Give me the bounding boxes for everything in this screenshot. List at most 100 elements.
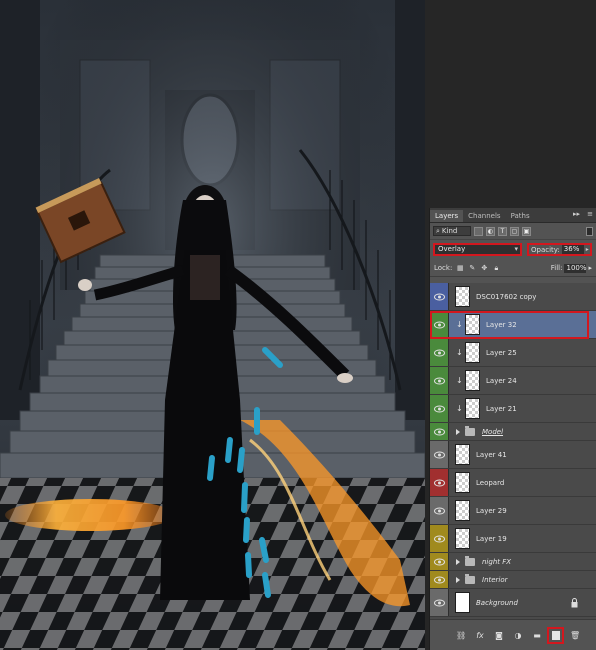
visibility-toggle[interactable] xyxy=(430,469,449,496)
layer-thumbnail xyxy=(455,286,470,307)
visibility-toggle[interactable] xyxy=(430,441,449,468)
layers-panel: Layers Channels Paths ▸▸ ≡ ⌕ Kind ◐ T ▢ … xyxy=(429,208,596,650)
layer-thumbnail xyxy=(455,472,470,493)
tab-layers[interactable]: Layers xyxy=(430,210,464,222)
eye-icon xyxy=(434,377,445,384)
folder-icon xyxy=(465,574,475,584)
tab-paths[interactable]: Paths xyxy=(506,210,535,222)
filter-toggle[interactable] xyxy=(586,226,593,236)
layer-name: Layer 19 xyxy=(476,535,507,543)
expand-group-icon[interactable] xyxy=(456,559,460,565)
layer-thumbnail xyxy=(465,398,480,419)
layer-list: DSC017602 copy ↓ Layer 32 ↓ Layer 25 ↓ Layer 2… xyxy=(430,283,596,620)
eye-icon xyxy=(434,405,445,412)
smart-object-filter-icon[interactable]: ▣ xyxy=(522,226,531,236)
visibility-toggle[interactable] xyxy=(430,283,449,310)
eye-icon xyxy=(434,428,445,435)
folder-icon xyxy=(465,426,475,436)
layer-row[interactable]: Layer 29 xyxy=(430,497,596,525)
eye-icon xyxy=(434,507,445,514)
opacity-label: Opacity: xyxy=(531,245,560,254)
lock-pixels-icon[interactable]: ✎ xyxy=(468,264,476,272)
fx-icon[interactable]: fx xyxy=(475,631,485,641)
visibility-toggle[interactable] xyxy=(430,497,449,524)
clipping-mask-icon: ↓ xyxy=(456,348,463,357)
layer-name: Layer 29 xyxy=(476,507,507,515)
visibility-toggle[interactable] xyxy=(430,589,449,616)
visibility-toggle[interactable] xyxy=(430,339,449,366)
eye-icon xyxy=(434,535,445,542)
canvas-artwork xyxy=(0,0,425,650)
layer-row[interactable]: Layer 41 xyxy=(430,441,596,469)
visibility-toggle[interactable] xyxy=(430,571,449,588)
layer-row[interactable]: Layer 19 xyxy=(430,525,596,553)
lock-label: Lock: xyxy=(434,264,453,272)
selected-layer-highlight xyxy=(430,311,589,339)
layer-row[interactable]: DSC017602 copy xyxy=(430,283,596,311)
layer-row[interactable]: ↓ Layer 32 xyxy=(430,311,596,339)
type-filter-icon[interactable]: T xyxy=(498,226,507,236)
opacity-control[interactable]: Opacity: 36% ▸ xyxy=(527,243,592,256)
lock-transparency-icon[interactable]: ▦ xyxy=(456,264,464,272)
new-group-icon[interactable]: ▬ xyxy=(532,631,542,641)
layer-thumbnail xyxy=(455,500,470,521)
delete-layer-icon[interactable]: 🗑︎ xyxy=(570,631,580,641)
shape-filter-icon[interactable]: ▢ xyxy=(510,226,519,236)
link-layers-icon[interactable]: ⛓ xyxy=(456,631,466,641)
filter-kind-select[interactable]: ⌕ Kind xyxy=(433,226,471,236)
opacity-slider-icon[interactable]: ▸ xyxy=(586,246,589,253)
eye-icon xyxy=(434,293,445,300)
fill-label: Fill: xyxy=(550,264,563,272)
document-canvas[interactable] xyxy=(0,0,425,650)
fill-input[interactable]: 100% xyxy=(564,263,587,273)
layer-name: Leopard xyxy=(476,479,505,487)
layer-thumbnail xyxy=(465,370,480,391)
lock-all-icon[interactable]: 🔒︎ xyxy=(492,264,500,272)
panel-footer: ⛓ fx ◙ ◑ ▬ 🗑︎ xyxy=(430,619,596,650)
layer-name: DSC017602 copy xyxy=(476,293,537,301)
layer-row[interactable]: Background xyxy=(430,589,596,617)
layer-name: night FX xyxy=(482,558,512,566)
chevron-down-icon: ▾ xyxy=(514,245,518,253)
layer-row[interactable]: Model xyxy=(430,423,596,441)
new-layer-icon xyxy=(552,631,560,640)
collapse-panel-icon[interactable]: ▸▸ xyxy=(573,210,580,218)
expand-group-icon[interactable] xyxy=(456,577,460,583)
adjustment-layer-icon[interactable]: ◑ xyxy=(513,631,523,641)
eye-icon xyxy=(434,558,445,565)
visibility-toggle[interactable] xyxy=(430,553,449,570)
adjustment-filter-icon[interactable]: ◐ xyxy=(486,226,495,236)
layer-row[interactable]: Leopard xyxy=(430,469,596,497)
fill-slider-icon[interactable]: ▸ xyxy=(588,264,592,272)
layer-name: Layer 21 xyxy=(486,405,517,413)
layer-name: Layer 24 xyxy=(486,377,517,385)
layer-row[interactable]: ↓ Layer 21 xyxy=(430,395,596,423)
layer-row[interactable]: ↓ Layer 25 xyxy=(430,339,596,367)
blend-mode-select[interactable]: Overlay ▾ xyxy=(433,243,522,256)
opacity-input[interactable]: 36% xyxy=(561,245,584,254)
visibility-toggle[interactable] xyxy=(430,367,449,394)
lock-position-icon[interactable]: ✥ xyxy=(480,264,488,272)
add-mask-icon[interactable]: ◙ xyxy=(494,631,504,641)
layer-row[interactable]: ↓ Layer 24 xyxy=(430,367,596,395)
layer-thumbnail xyxy=(455,528,470,549)
layer-name: Layer 41 xyxy=(476,451,507,459)
layer-row[interactable]: Interior xyxy=(430,571,596,589)
search-icon: ⌕ xyxy=(436,227,440,235)
layer-thumbnail xyxy=(465,342,480,363)
expand-group-icon[interactable] xyxy=(456,429,460,435)
clipping-mask-icon: ↓ xyxy=(456,404,463,413)
layer-name: Layer 25 xyxy=(486,349,517,357)
layer-row[interactable]: night FX xyxy=(430,553,596,571)
panel-menu-icon[interactable]: ≡ xyxy=(587,210,593,218)
visibility-toggle[interactable] xyxy=(430,395,449,422)
visibility-toggle[interactable] xyxy=(430,525,449,552)
lock-fill-bar: Lock: ▦ ✎ ✥ 🔒︎ Fill: 100% ▸ xyxy=(430,260,596,277)
clipping-mask-icon: ↓ xyxy=(456,376,463,385)
image-filter-icon[interactable] xyxy=(474,226,483,236)
tab-channels[interactable]: Channels xyxy=(463,210,505,222)
visibility-toggle[interactable] xyxy=(430,423,449,440)
folder-icon xyxy=(465,556,475,566)
blend-opacity-bar: Overlay ▾ Opacity: 36% ▸ xyxy=(430,240,596,260)
new-layer-button[interactable] xyxy=(547,627,564,644)
